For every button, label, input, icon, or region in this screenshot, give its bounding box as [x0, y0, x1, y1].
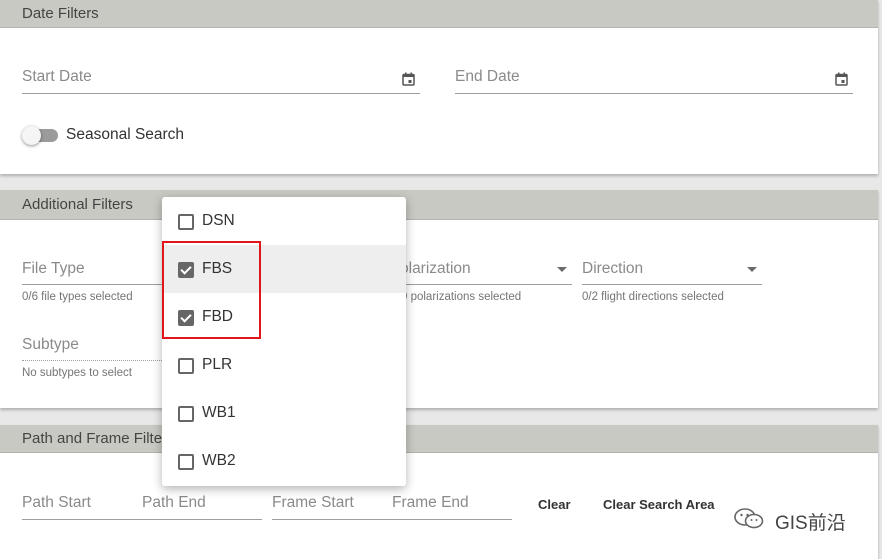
menu-item-dsn[interactable]: DSN: [162, 197, 406, 245]
menu-item-label: WB1: [202, 404, 236, 421]
checkbox-unchecked-icon[interactable]: [178, 406, 194, 422]
wechat-icon: [734, 508, 764, 529]
highlight-annotation-box: [162, 241, 261, 339]
polarization-hint: 9 polarizations selected: [401, 291, 522, 303]
file-type-underline: [22, 284, 162, 285]
start-date-underline: [22, 93, 420, 94]
checkbox-unchecked-icon[interactable]: [178, 358, 194, 374]
seasonal-search-label: Seasonal Search: [66, 126, 185, 143]
menu-item-label: WB2: [202, 452, 236, 469]
checkbox-unchecked-icon[interactable]: [178, 454, 194, 470]
menu-item-label: PLR: [202, 356, 233, 373]
frame-underline: [272, 519, 512, 520]
toggle-thumb[interactable]: [22, 126, 41, 145]
subtype-select[interactable]: Subtype: [22, 336, 79, 354]
calendar-icon[interactable]: [402, 72, 415, 86]
checkbox-unchecked-icon[interactable]: [178, 214, 194, 230]
path-underline: [22, 519, 262, 520]
chevron-down-icon[interactable]: [747, 267, 757, 272]
date-filters-card: Date Filters Start Date End Date Seasona…: [0, 0, 878, 174]
additional-filters-card: Additional Filters File Type 0/6 file ty…: [0, 190, 878, 408]
subtype-hint: No subtypes to select: [22, 367, 132, 379]
chevron-down-icon[interactable]: [557, 267, 567, 272]
polarization-underline: [406, 284, 572, 285]
path-frame-filters-card: Path and Frame Filte Path Start Path End…: [0, 425, 878, 559]
menu-item-plr[interactable]: PLR: [162, 341, 406, 389]
path-frame-filters-header: Path and Frame Filte: [0, 425, 878, 453]
start-date-field[interactable]: Start Date: [22, 68, 92, 86]
polarization-select[interactable]: olarization: [400, 260, 471, 278]
file-type-select[interactable]: File Type: [22, 260, 85, 278]
frame-start-input[interactable]: Frame Start: [272, 494, 354, 512]
end-date-field[interactable]: End Date: [455, 68, 520, 86]
additional-filters-header: Additional Filters: [0, 190, 878, 220]
clear-button[interactable]: Clear: [538, 497, 571, 512]
date-filters-header: Date Filters: [0, 0, 878, 28]
path-end-input[interactable]: Path End: [142, 494, 206, 512]
direction-select[interactable]: Direction: [582, 260, 643, 278]
watermark-text: GIS前沿: [775, 513, 846, 534]
calendar-icon[interactable]: [835, 72, 848, 86]
menu-item-wb1[interactable]: WB1: [162, 389, 406, 437]
direction-underline: [582, 284, 762, 285]
frame-end-input[interactable]: Frame End: [392, 494, 469, 512]
subtype-underline: [22, 360, 162, 361]
end-date-underline: [455, 93, 853, 94]
menu-item-wb2[interactable]: WB2: [162, 437, 406, 485]
clear-search-area-button[interactable]: Clear Search Area: [603, 497, 715, 512]
direction-hint: 0/2 flight directions selected: [582, 291, 724, 303]
path-start-input[interactable]: Path Start: [22, 494, 91, 512]
menu-item-label: DSN: [202, 212, 235, 229]
file-type-hint: 0/6 file types selected: [22, 291, 133, 303]
